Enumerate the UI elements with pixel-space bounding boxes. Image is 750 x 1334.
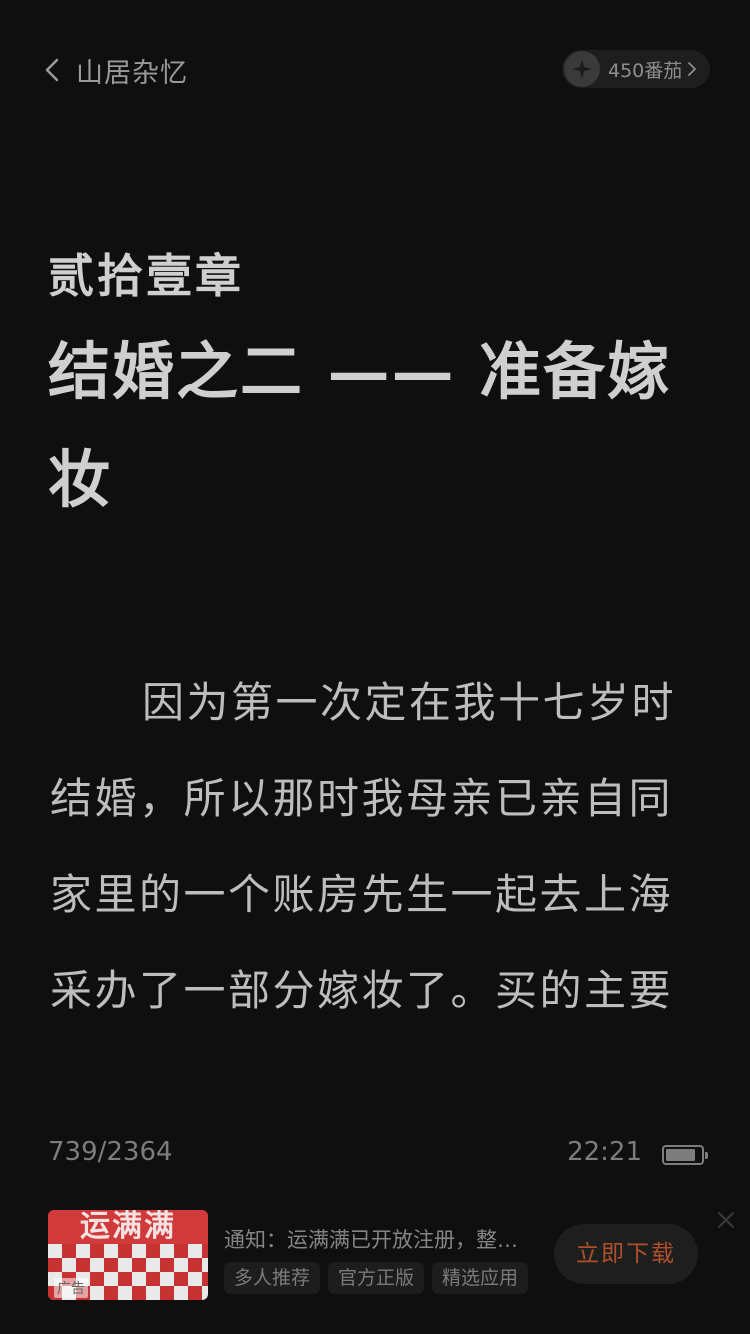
battery-icon [662, 1145, 708, 1165]
ad-chips: 多人推荐 官方正版 精选应用 [224, 1262, 529, 1294]
clock: 22:21 [567, 1137, 642, 1167]
download-button[interactable]: 立即下载 [554, 1224, 698, 1284]
chapter-title: 结婚之二 —— 准备嫁妆 [48, 335, 672, 516]
page-progress: 739/2364 [48, 1137, 173, 1167]
chapter-body-text: 因为第一次定在我十七岁时结婚，所以那时我母亲已亲自同家里的一个账房先生一起去上海… [50, 678, 677, 1015]
back-button[interactable]: 山居杂忆 [40, 50, 188, 90]
ad-chip: 多人推荐 [224, 1262, 321, 1294]
chevron-left-icon [40, 50, 64, 90]
reading-status-bar: 739/2364 22:21 [48, 1135, 708, 1175]
battery-level [666, 1149, 695, 1161]
coins-label: 450番茄 [608, 59, 683, 82]
ad-tag: 广告 [54, 1278, 88, 1298]
ad-banner[interactable]: 运满满 广告 通知：运满满已开放注册，整车货源，全国通用 多人推荐 官方正版 精… [0, 1200, 750, 1310]
close-icon[interactable] [714, 1208, 738, 1232]
ad-thumbnail[interactable]: 运满满 广告 [48, 1210, 208, 1300]
chevron-right-icon [688, 62, 697, 76]
ad-text: 通知：运满满已开放注册，整车货源，全国通用 [224, 1228, 534, 1252]
coins-badge[interactable]: 450番茄 [562, 50, 710, 88]
ad-chip: 精选应用 [432, 1262, 529, 1294]
book-title: 山居杂忆 [76, 57, 188, 89]
sparkle-coin-icon [564, 51, 600, 87]
ad-thumbnail-logo: 运满满 [48, 1210, 208, 1244]
ad-chip: 官方正版 [328, 1262, 425, 1294]
chapter-number: 贰拾壹章 [48, 249, 244, 303]
top-bar: 山居杂忆 450番茄 [0, 0, 750, 140]
